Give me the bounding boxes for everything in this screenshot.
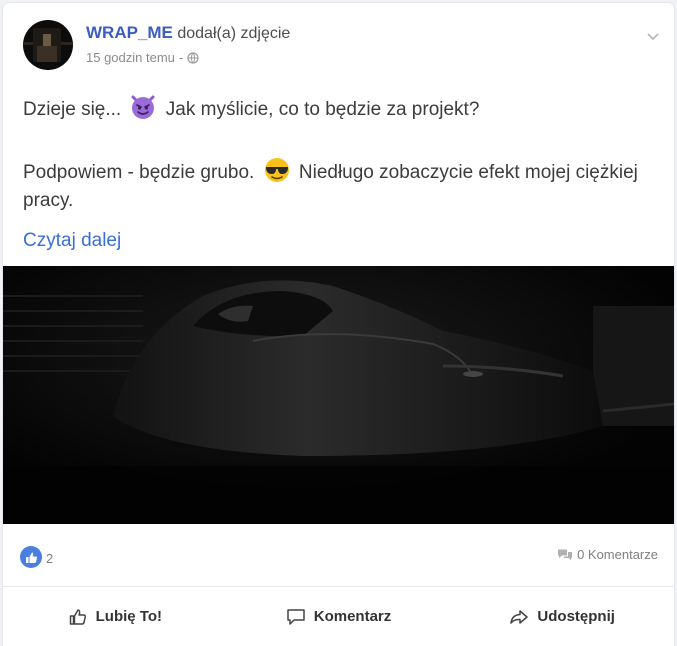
post-actions: Lubię To! Komentarz Udostępnij: [3, 587, 674, 646]
author-line: WRAP_ME dodał(a) zdjęcie: [86, 23, 290, 43]
thumbs-up-icon: [69, 608, 86, 625]
smiling-imp-icon: [131, 95, 155, 119]
post-time[interactable]: 15 godzin temu: [86, 50, 175, 65]
post-text-line1-after: Jak myślicie, co to będzie za projekt?: [165, 99, 480, 120]
share-button-label: Udostępnij: [537, 608, 615, 625]
like-button-label: Lubię To!: [95, 608, 163, 625]
share-button[interactable]: Udostępnij: [450, 587, 674, 646]
post-header: WRAP_ME dodał(a) zdjęcie 15 godzin temu …: [23, 20, 663, 74]
post-text-line1-before: Dzieje się...: [23, 99, 122, 120]
post-stats: 2 0 Komentarze: [3, 524, 674, 588]
post-text-line2-before: Podpowiem - będzie grubo.: [23, 162, 255, 183]
read-more-link[interactable]: Czytaj dalej: [23, 230, 121, 252]
sunglasses-face-icon: [264, 158, 289, 182]
comment-icon: [287, 608, 305, 625]
post-photo[interactable]: [3, 266, 674, 524]
post-action-text: dodał(a) zdjęcie: [177, 25, 291, 42]
post-meta: 15 godzin temu -: [86, 50, 199, 65]
post-text: Dzieje się... Jak myślicie, co to będzie…: [23, 93, 653, 215]
chevron-down-icon[interactable]: [645, 28, 661, 44]
like-count[interactable]: 2: [46, 551, 53, 566]
comments-count-label: 0 Komentarze: [577, 547, 658, 562]
meta-separator: -: [178, 50, 184, 65]
comments-count[interactable]: 0 Komentarze: [557, 547, 658, 562]
globe-icon: [187, 51, 199, 64]
share-icon: [510, 609, 529, 624]
comments-icon: [558, 549, 573, 560]
post-card: WRAP_ME dodał(a) zdjęcie 15 godzin temu …: [3, 3, 674, 646]
like-button[interactable]: Lubię To!: [3, 587, 227, 646]
comment-button-label: Komentarz: [313, 608, 392, 625]
car-photo: [3, 266, 674, 524]
author-name[interactable]: WRAP_ME: [86, 23, 173, 42]
like-badge[interactable]: [20, 546, 42, 568]
avatar[interactable]: [23, 20, 73, 70]
thumbs-up-icon: [25, 552, 37, 563]
comment-button[interactable]: Komentarz: [227, 587, 451, 646]
